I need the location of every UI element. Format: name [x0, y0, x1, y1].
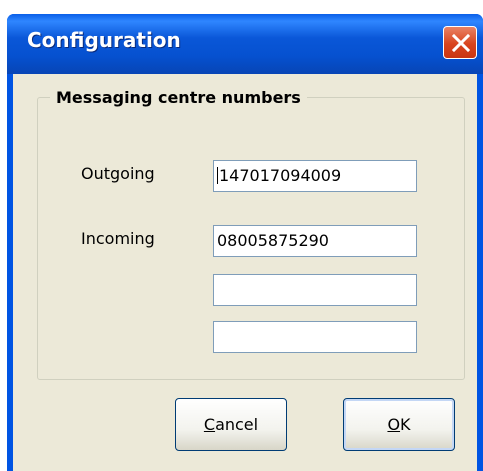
ok-label: K: [400, 415, 411, 434]
text-caret: [217, 167, 218, 184]
dialog-title: Configuration: [27, 28, 181, 52]
ok-button[interactable]: OK: [343, 398, 455, 451]
incoming-number-field-3[interactable]: [213, 321, 417, 353]
incoming-label: Incoming: [81, 229, 155, 248]
close-button[interactable]: [443, 26, 477, 59]
group-title: Messaging centre numbers: [50, 88, 307, 107]
incoming-number-field-1[interactable]: 08005875290: [213, 225, 417, 257]
configuration-dialog: Configuration Messaging centre numbers O…: [7, 14, 483, 471]
ok-mnemonic: O: [387, 415, 401, 434]
cancel-button[interactable]: Cancel: [175, 398, 287, 451]
title-bar[interactable]: Configuration: [7, 14, 483, 74]
cancel-mnemonic: C: [203, 415, 216, 434]
incoming-number-field-2[interactable]: [213, 274, 417, 306]
outgoing-number-value: 147017094009: [219, 166, 342, 185]
outgoing-number-field[interactable]: 147017094009: [213, 160, 417, 192]
close-icon: [451, 33, 471, 53]
cancel-label: ancel: [215, 415, 259, 434]
outgoing-label: Outgoing: [81, 164, 155, 183]
dialog-client-area: Messaging centre numbers Outgoing 147017…: [13, 74, 477, 471]
incoming-number-value-1: 08005875290: [217, 231, 329, 250]
